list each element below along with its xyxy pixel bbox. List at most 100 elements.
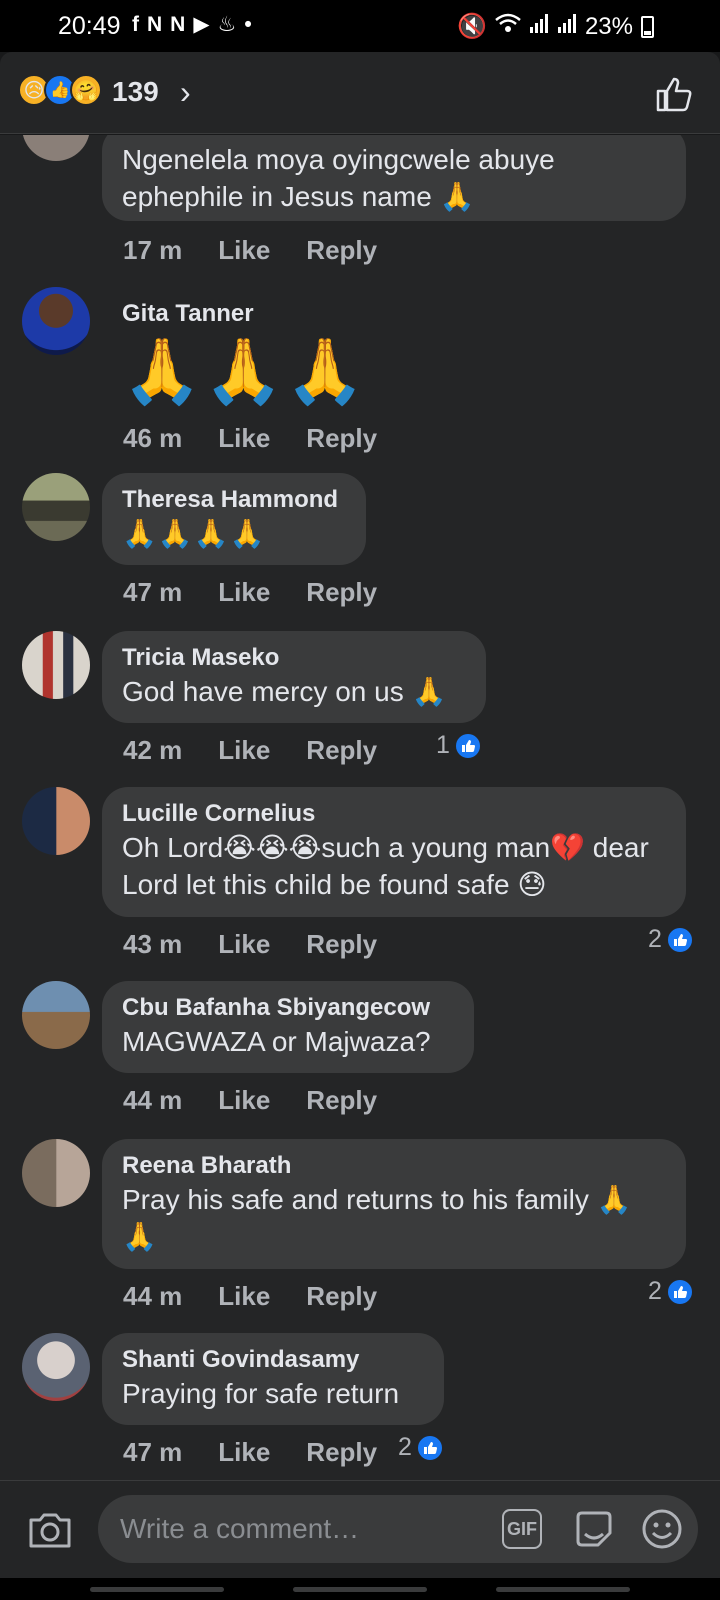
comment-actions: 42 m Like Reply [123, 735, 377, 766]
comment-actions: 43 m Like Reply [123, 929, 377, 960]
comment-bubble: Ngenelela moya oyingcwele abuye ephephil… [102, 135, 686, 221]
reply-link[interactable]: Reply [306, 1085, 377, 1116]
gif-button[interactable]: GIF [502, 1509, 542, 1549]
comment-text: Ngenelela moya oyingcwele abuye ephephil… [122, 144, 555, 212]
comment-like-count[interactable]: 2 [398, 1433, 444, 1462]
comment-author[interactable]: Shanti Govindasamy [122, 1345, 424, 1375]
comment-author[interactable]: Cbu Bafanha Sbiyangecow [122, 993, 454, 1023]
emoji-icon[interactable] [640, 1507, 684, 1551]
comment-author[interactable]: Theresa Hammond [122, 485, 346, 515]
care-reaction-icon: 🤗 [70, 74, 102, 106]
comment-input[interactable]: Write a comment… GIF [98, 1495, 698, 1563]
comment-like-count[interactable]: 2 [648, 1277, 694, 1306]
comment-time: 47 m [123, 577, 183, 607]
comment-text: God have mercy on us 🙏 [122, 676, 447, 707]
like-link[interactable]: Like [218, 235, 270, 266]
comment-bubble: Lucille Cornelius Oh Lord😭😭😭such a young… [102, 787, 686, 917]
like-badge-icon [665, 925, 694, 954]
comment-bubble: Tricia Maseko God have mercy on us 🙏 [102, 631, 486, 723]
comment-actions: 47 m Like Reply [123, 577, 377, 608]
comment-time: 46 m [123, 423, 183, 453]
like-link[interactable]: Like [218, 577, 270, 608]
comment-composer: Write a comment… GIF [0, 1480, 720, 1578]
reply-link[interactable]: Reply [306, 577, 377, 608]
like-badge-icon [415, 1433, 444, 1462]
like-post-button[interactable] [654, 74, 694, 114]
nav-recents-handle[interactable] [496, 1587, 630, 1592]
nav-home-handle[interactable] [293, 1587, 427, 1592]
reaction-summary[interactable]: 😥 👍 🤗 [18, 74, 102, 106]
camera-icon[interactable] [26, 1505, 74, 1553]
like-count: 2 [648, 1277, 662, 1305]
comment-placeholder: Write a comment… [120, 1513, 360, 1544]
like-link[interactable]: Like [218, 735, 270, 766]
like-link[interactable]: Like [218, 1437, 270, 1468]
like-link[interactable]: Like [218, 929, 270, 960]
comment-bubble: Shanti Govindasamy Praying for safe retu… [102, 1333, 444, 1425]
reactions-header: 😥 👍 🤗 139 › [0, 52, 720, 134]
comment-actions: 44 m Like Reply [123, 1085, 377, 1116]
reply-link[interactable]: Reply [306, 1437, 377, 1468]
comment-text: Oh Lord😭😭😭such a young man💔 dear Lord le… [122, 832, 649, 900]
comment-actions: 47 m Like Reply [123, 1437, 377, 1468]
chevron-right-icon[interactable]: › [180, 74, 191, 111]
comment-text: 🙏🙏🙏🙏 [122, 518, 266, 549]
nav-back-handle[interactable] [90, 1587, 224, 1592]
battery-percent: 23% [584, 12, 633, 40]
signal-icon [529, 12, 549, 41]
comment-actions: 17 m Like Reply [123, 235, 377, 266]
signal-icon-2 [557, 12, 577, 41]
comment-author[interactable]: Reena Bharath [122, 1151, 666, 1181]
comment-author[interactable]: Gita Tanner [122, 299, 367, 329]
comment-author[interactable]: Tricia Maseko [122, 643, 466, 673]
status-right: 🔇 23% [457, 12, 654, 41]
avatar[interactable] [22, 981, 90, 1049]
avatar[interactable] [22, 287, 90, 355]
like-count: 2 [398, 1433, 412, 1461]
avatar[interactable] [22, 473, 90, 541]
comment-time: 17 m [123, 235, 183, 265]
status-bar: 20:49 f N N ▶ ♨ • 🔇 23% [0, 0, 720, 52]
reply-link[interactable]: Reply [306, 929, 377, 960]
comment-like-count[interactable]: 1 [436, 731, 482, 760]
comment-text: MAGWAZA or Majwaza? [122, 1026, 431, 1057]
wifi-icon [495, 12, 521, 41]
like-badge-icon [665, 1277, 694, 1306]
comment-time: 47 m [123, 1437, 183, 1467]
comment-bubble: Theresa Hammond 🙏🙏🙏🙏 [102, 473, 366, 565]
like-badge-icon [453, 731, 482, 760]
avatar[interactable] [22, 1139, 90, 1207]
system-nav-bar [0, 1578, 720, 1600]
news-notification-icon: N [147, 12, 163, 36]
comments-list[interactable]: Ngenelela moya oyingcwele abuye ephephil… [0, 135, 720, 1480]
notification-icons: f N N ▶ ♨ • [132, 12, 252, 37]
like-count: 1 [436, 731, 450, 759]
more-notifications-icon: • [244, 12, 252, 36]
reply-link[interactable]: Reply [306, 423, 377, 454]
comment-like-count[interactable]: 2 [648, 925, 694, 954]
battery-icon [641, 15, 654, 38]
reaction-count[interactable]: 139 [112, 76, 159, 108]
comment-text: 🙏🙏🙏 [122, 335, 368, 407]
avatar[interactable] [22, 1333, 90, 1401]
sticker-icon[interactable] [572, 1507, 616, 1551]
avatar[interactable] [22, 135, 90, 161]
like-link[interactable]: Like [218, 423, 270, 454]
comment-author[interactable]: Lucille Cornelius [122, 799, 666, 829]
reply-link[interactable]: Reply [306, 235, 377, 266]
comment-time: 44 m [123, 1085, 183, 1115]
mute-icon: 🔇 [457, 13, 487, 40]
app-notification-icon: ♨ [217, 13, 237, 36]
like-link[interactable]: Like [218, 1281, 270, 1312]
news-notification-icon-2: N [170, 12, 186, 36]
status-time: 20:49 [58, 12, 121, 40]
avatar[interactable] [22, 631, 90, 699]
reply-link[interactable]: Reply [306, 1281, 377, 1312]
reply-link[interactable]: Reply [306, 735, 377, 766]
facebook-notification-icon: f [132, 12, 139, 36]
avatar[interactable] [22, 787, 90, 855]
youtube-notification-icon: ▶ [193, 13, 210, 36]
comment-actions: 46 m Like Reply [123, 423, 377, 454]
comment-bubble: Cbu Bafanha Sbiyangecow MAGWAZA or Majwa… [102, 981, 474, 1073]
like-link[interactable]: Like [218, 1085, 270, 1116]
